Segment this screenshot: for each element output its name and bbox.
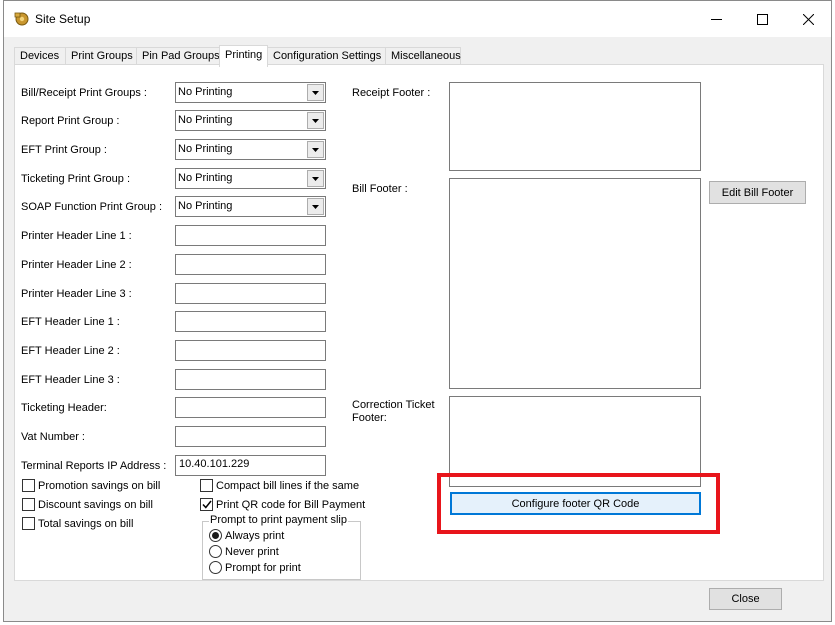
close-window-button[interactable] xyxy=(785,1,831,37)
maximize-icon xyxy=(756,13,768,25)
dropdown-button[interactable] xyxy=(307,112,324,129)
payment-slip-group-title: Prompt to print payment slip xyxy=(209,514,348,526)
printer-header-line-2-label: Printer Header Line 2 : xyxy=(21,259,132,271)
title-bar[interactable]: Site Setup xyxy=(4,1,831,37)
dropdown-button[interactable] xyxy=(307,84,324,101)
total-savings-checkbox[interactable]: Total savings on bill xyxy=(22,517,133,530)
compact-bill-lines-checkbox[interactable]: Compact bill lines if the same xyxy=(200,479,359,492)
dropdown-button[interactable] xyxy=(307,198,324,215)
chevron-down-icon xyxy=(312,176,319,181)
soap-function-print-group-select[interactable]: No Printing xyxy=(175,196,326,217)
radio-label: Never print xyxy=(225,545,279,558)
ticketing-header-input[interactable] xyxy=(175,397,326,418)
correction-ticket-footer-label: Correction Ticket Footer: xyxy=(352,399,435,424)
minimize-icon xyxy=(710,18,722,20)
checkbox-label: Total savings on bill xyxy=(38,517,134,530)
checkbox-label: Discount savings on bill xyxy=(38,498,153,511)
printer-header-line-3-label: Printer Header Line 3 : xyxy=(21,288,132,300)
ticketing-print-group-select[interactable]: No Printing xyxy=(175,168,326,189)
checkbox-label: Promotion savings on bill xyxy=(38,479,161,492)
terminal-reports-ip-input[interactable]: 10.40.101.229 xyxy=(175,455,326,476)
eft-print-group-label: EFT Print Group : xyxy=(21,144,107,156)
close-icon xyxy=(802,13,814,25)
checkbox-label: Compact bill lines if the same xyxy=(216,479,360,492)
checkbox-box[interactable] xyxy=(200,479,213,492)
tab-printing[interactable]: Printing xyxy=(219,45,268,67)
site-setup-window: Site Setup Devices Print Groups Pin Pad … xyxy=(3,0,832,622)
report-print-group-label: Report Print Group : xyxy=(21,115,120,127)
maximize-button[interactable] xyxy=(739,1,785,37)
always-print-radio[interactable]: Always print xyxy=(209,529,284,542)
eft-header-line-1-input[interactable] xyxy=(175,311,326,332)
highlight-annotation xyxy=(437,473,720,534)
eft-header-line-1-label: EFT Header Line 1 : xyxy=(21,316,120,328)
select-value: No Printing xyxy=(178,172,233,184)
never-print-radio[interactable]: Never print xyxy=(209,545,279,558)
chevron-down-icon xyxy=(312,147,319,152)
vat-number-label: Vat Number : xyxy=(21,431,85,443)
select-value: No Printing xyxy=(178,143,233,155)
close-button[interactable]: Close xyxy=(709,588,782,610)
checkmark-icon xyxy=(201,500,212,509)
dropdown-button[interactable] xyxy=(307,170,324,187)
chevron-down-icon xyxy=(312,90,319,95)
bill-receipt-print-groups-label: Bill/Receipt Print Groups : xyxy=(21,87,147,99)
receipt-footer-label: Receipt Footer : xyxy=(352,87,431,99)
payment-slip-group: Prompt to print payment slip Always prin… xyxy=(202,514,361,580)
dropdown-button[interactable] xyxy=(307,141,324,158)
receipt-footer-textarea[interactable] xyxy=(449,82,701,171)
ticketing-print-group-label: Ticketing Print Group : xyxy=(21,173,131,185)
eft-header-line-2-input[interactable] xyxy=(175,340,326,361)
print-qr-code-checkbox[interactable]: Print QR code for Bill Payment xyxy=(200,498,365,511)
chevron-down-icon xyxy=(312,118,319,123)
printing-panel: Bill/Receipt Print Groups : Report Print… xyxy=(14,64,824,581)
printer-header-line-3-input[interactable] xyxy=(175,283,326,304)
select-value: No Printing xyxy=(178,200,233,212)
window-title: Site Setup xyxy=(35,12,91,26)
soap-function-print-group-label: SOAP Function Print Group : xyxy=(21,201,163,213)
prompt-for-print-radio[interactable]: Prompt for print xyxy=(209,561,301,574)
bill-receipt-print-groups-select[interactable]: No Printing xyxy=(175,82,326,103)
checkbox-box[interactable] xyxy=(22,498,35,511)
eft-header-line-2-label: EFT Header Line 2 : xyxy=(21,345,120,357)
terminal-reports-ip-label: Terminal Reports IP Address : xyxy=(21,460,167,472)
select-value: No Printing xyxy=(178,114,233,126)
radio-label: Always print xyxy=(225,529,285,542)
checkbox-label: Print QR code for Bill Payment xyxy=(216,498,366,511)
minimize-button[interactable] xyxy=(693,1,739,37)
radio-selected-dot xyxy=(212,532,219,539)
edit-bill-footer-button[interactable]: Edit Bill Footer xyxy=(709,181,806,204)
chevron-down-icon xyxy=(312,204,319,209)
radio-button[interactable] xyxy=(209,529,222,542)
bill-footer-textarea[interactable] xyxy=(449,178,701,389)
promotion-savings-checkbox[interactable]: Promotion savings on bill xyxy=(22,479,160,492)
discount-savings-checkbox[interactable]: Discount savings on bill xyxy=(22,498,153,511)
select-value: No Printing xyxy=(178,86,233,98)
eft-print-group-select[interactable]: No Printing xyxy=(175,139,326,160)
checkbox-box[interactable] xyxy=(22,479,35,492)
printer-header-line-2-input[interactable] xyxy=(175,254,326,275)
radio-button[interactable] xyxy=(209,561,222,574)
eft-header-line-3-label: EFT Header Line 3 : xyxy=(21,374,120,386)
radio-button[interactable] xyxy=(209,545,222,558)
printer-header-line-1-input[interactable] xyxy=(175,225,326,246)
printer-header-line-1-label: Printer Header Line 1 : xyxy=(21,230,132,242)
radio-label: Prompt for print xyxy=(225,561,301,574)
checkbox-box[interactable] xyxy=(22,517,35,530)
bill-footer-label: Bill Footer : xyxy=(352,183,408,195)
report-print-group-select[interactable]: No Printing xyxy=(175,110,326,131)
app-icon xyxy=(14,12,29,26)
eft-header-line-3-input[interactable] xyxy=(175,369,326,390)
vat-number-input[interactable] xyxy=(175,426,326,447)
checkbox-box[interactable] xyxy=(200,498,213,511)
ticketing-header-label: Ticketing Header: xyxy=(21,402,107,414)
